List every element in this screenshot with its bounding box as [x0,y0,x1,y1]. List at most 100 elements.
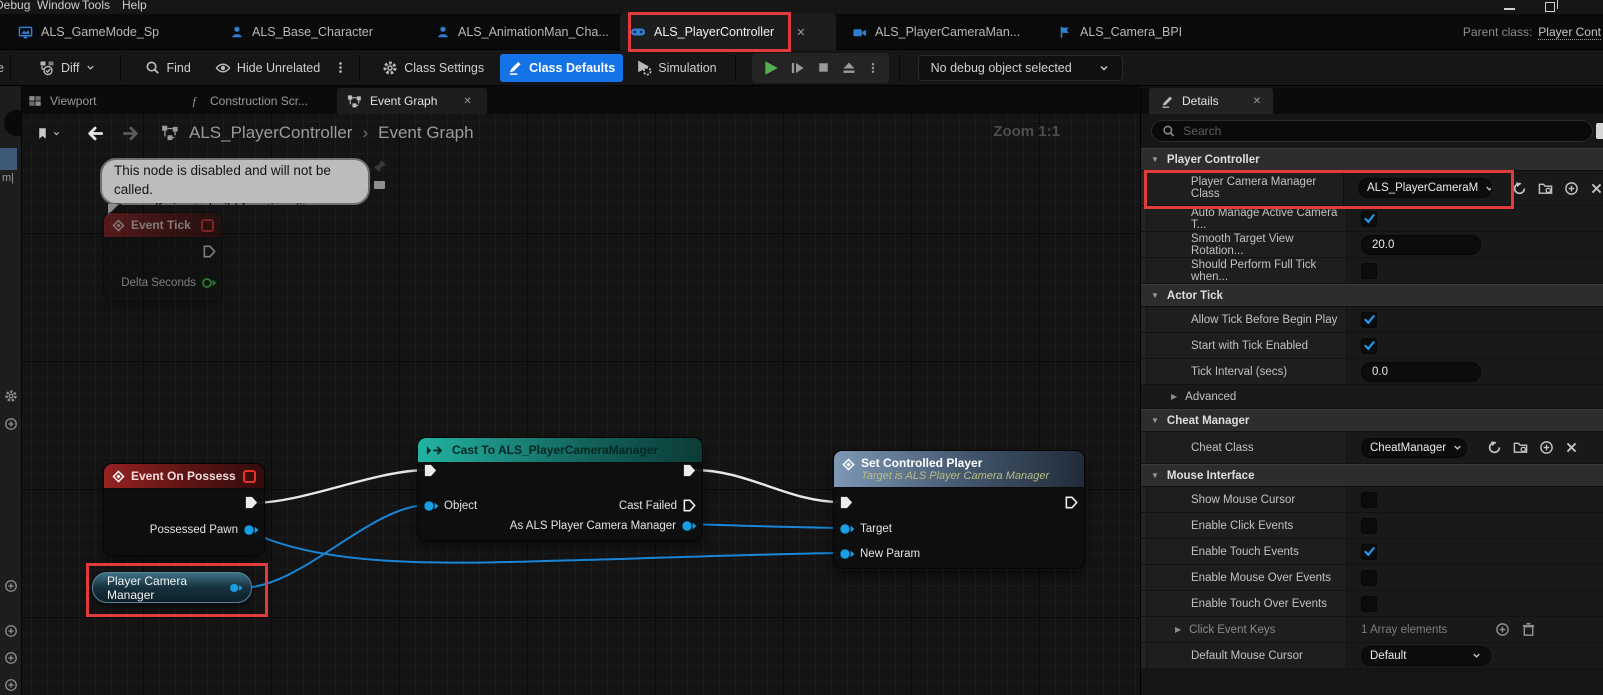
tab-viewport[interactable]: Viewport [28,88,96,114]
diff-button[interactable]: Diff [31,54,105,82]
row-default-mouse-cursor: Default Mouse Cursor Default [1141,643,1603,669]
trash-icon[interactable] [1521,622,1536,637]
exec-in-pin[interactable] [839,495,854,510]
node-event-on-possess[interactable]: Event On Possess Possessed Pawn [103,463,265,556]
class-defaults-button[interactable]: Class Defaults [500,54,623,82]
add-icon[interactable] [4,651,18,665]
search-input[interactable] [1183,124,1582,138]
use-selected-icon[interactable] [1487,440,1502,455]
object-pin-icon[interactable] [229,580,243,596]
category-cheat-manager[interactable]: ▼ Cheat Manager [1141,409,1603,432]
selected-row-fragment[interactable] [0,148,17,170]
add-icon[interactable] [4,417,18,431]
tab-als-gamemode[interactable]: ALS_GameMode_Sp [8,14,169,50]
exec-out-pin[interactable] [244,495,259,510]
close-icon[interactable]: ✕ [1253,96,1261,107]
browse-icon[interactable] [1513,440,1528,455]
parent-class-link[interactable]: Player Cont [1538,25,1601,40]
stop-icon[interactable] [816,60,831,75]
exec-in-pin[interactable] [423,463,438,478]
add-icon[interactable] [4,579,18,593]
more-options-icon[interactable] [867,62,879,74]
frame-skip-icon[interactable] [790,60,806,76]
node-event-tick[interactable]: Event Tick Delta Seconds [103,212,223,302]
checkbox[interactable] [1361,544,1377,560]
tab-als-playercontroller[interactable]: ALS_PlayerController ✕ [620,14,836,50]
menu-item-help[interactable]: Help [122,0,147,12]
checkbox[interactable] [1361,263,1377,279]
category-actor-tick[interactable]: ▼ Actor Tick [1141,284,1603,307]
tab-als-base-character[interactable]: ALS_Base_Character [220,14,383,50]
checkbox[interactable] [1361,338,1377,354]
target-pin[interactable]: Target [839,521,892,537]
delta-seconds-pin[interactable]: Delta Seconds [121,275,217,291]
eject-icon[interactable] [841,60,857,76]
cast-failed-pin[interactable]: Cast Failed [619,498,697,513]
exec-out-pin[interactable] [202,244,217,259]
menu-item-window[interactable]: Window [37,0,80,12]
node-player-camera-manager-getter[interactable]: Player Camera Manager [92,572,252,603]
chevron-right-icon[interactable]: ▶ [1175,625,1181,634]
checkbox[interactable] [1361,596,1377,612]
event-graph-canvas[interactable]: ALS_PlayerController › Event Graph Zoom … [22,114,1140,695]
object-pin[interactable]: Object [423,498,477,514]
clipped-filter-icon[interactable] [1596,123,1603,139]
tab-als-playercameraman[interactable]: ALS_PlayerCameraMan... [842,14,1030,50]
restore-icon[interactable] [1545,2,1555,12]
exec-out-pin[interactable] [1064,495,1079,510]
menu-item-debug[interactable]: Debug [0,0,30,12]
browse-icon[interactable] [1538,181,1553,196]
bookmark-button[interactable] [30,123,67,144]
category-player-controller[interactable]: ▼ Player Controller [1141,148,1603,171]
checkbox[interactable] [1361,570,1377,586]
node-set-controlled-player[interactable]: Set Controlled Player Target is ALS Play… [833,450,1085,569]
add-element-icon[interactable] [1495,622,1510,637]
class-settings-button[interactable]: Class Settings [374,54,492,82]
possessed-pawn-pin[interactable]: Possessed Pawn [150,522,259,538]
tab-construction-script[interactable]: Construction Scr... [188,88,308,114]
breadcrumb-root[interactable]: ALS_PlayerController [189,123,352,143]
more-options-icon[interactable] [334,61,347,74]
clear-icon[interactable] [1565,441,1578,454]
checkbox[interactable] [1361,211,1377,227]
number-input[interactable]: 0.0 [1361,362,1481,382]
add-icon[interactable] [4,624,18,638]
number-input[interactable]: 20.0 [1361,235,1481,255]
row-advanced[interactable]: ▶ Advanced [1141,385,1603,409]
class-dropdown[interactable]: CheatManager [1361,438,1467,458]
hide-unrelated-button[interactable]: Hide Unrelated [207,54,328,82]
tab-als-animationman[interactable]: ALS_AnimationMan_Cha... [426,14,619,50]
forward-icon[interactable] [122,124,141,143]
checkbox[interactable] [1361,492,1377,508]
simulation-button[interactable]: Simulation [627,54,724,82]
tab-details[interactable]: Details ✕ [1149,88,1273,114]
use-selected-icon[interactable] [1512,181,1527,196]
category-mouse-interface[interactable]: ▼ Mouse Interface [1141,464,1603,487]
node-cast-to-als-playercameramanager[interactable]: Cast To ALS_PlayerCameraManager Object C… [417,437,703,541]
add-icon[interactable] [1539,440,1554,455]
pin-icon[interactable] [372,159,387,174]
add-icon[interactable] [4,678,18,692]
add-icon[interactable] [1564,181,1579,196]
clear-icon[interactable] [1590,182,1603,195]
debug-object-dropdown[interactable]: No debug object selected [918,55,1123,81]
find-button[interactable]: Find [137,54,198,82]
new-param-pin[interactable]: New Param [839,546,920,562]
gear-icon[interactable] [4,389,18,403]
play-icon[interactable] [762,59,780,77]
details-search[interactable] [1151,120,1593,142]
enum-dropdown[interactable]: Default [1361,646,1491,666]
breadcrumb-current[interactable]: Event Graph [378,123,473,143]
back-icon[interactable] [85,124,104,143]
checkbox[interactable] [1361,312,1377,328]
close-icon[interactable]: ✕ [463,96,471,107]
close-icon[interactable]: ✕ [796,26,805,39]
checkbox[interactable] [1361,518,1377,534]
class-dropdown[interactable]: ALS_PlayerCameraM [1358,178,1492,198]
menu-item-tools[interactable]: Tools [82,0,110,12]
tab-als-camera-bpi[interactable]: ALS_Camera_BPI [1048,14,1192,50]
minimize-icon[interactable] [1504,8,1515,10]
exec-out-pin[interactable] [682,463,697,478]
tab-event-graph[interactable]: Event Graph ✕ [337,88,487,114]
as-als-player-camera-manager-pin[interactable]: As ALS Player Camera Manager [510,518,697,534]
